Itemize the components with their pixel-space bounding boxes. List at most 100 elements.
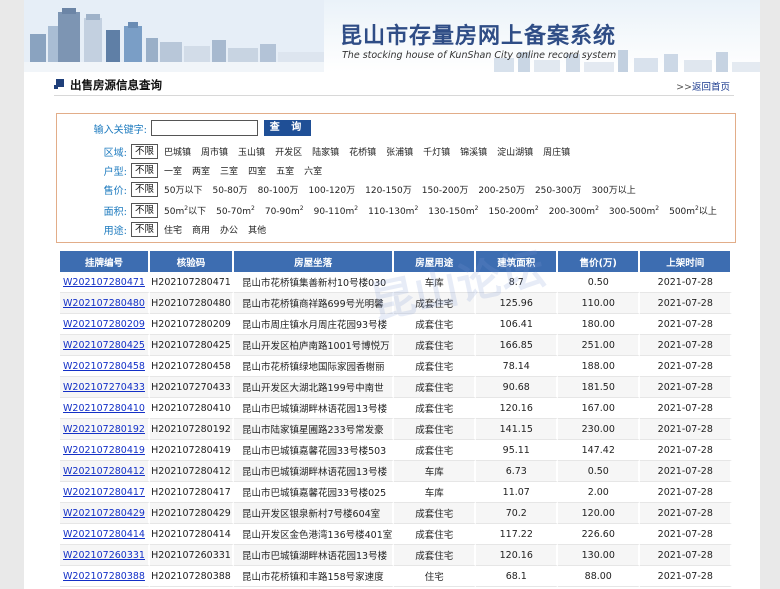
table-row: W202107280480 H202107280480 昆山市花桥镇商祥路699号光… bbox=[60, 293, 733, 314]
filter-row-usage: 用途: 不限 住宅 商用 办公 其他 bbox=[57, 221, 276, 237]
filter-option[interactable]: 200-300m2 bbox=[549, 205, 599, 217]
filter-option[interactable]: 张浦镇 bbox=[386, 148, 413, 158]
filter-option[interactable]: 70-90m2 bbox=[265, 205, 304, 217]
filter-option[interactable]: 一室 bbox=[164, 167, 182, 177]
filter-option[interactable]: 商用 bbox=[192, 226, 210, 236]
filter-option[interactable]: 50-70m2 bbox=[216, 205, 255, 217]
cell-verify-code: H202107280458 bbox=[150, 356, 234, 377]
filter-label-layout: 户型: bbox=[103, 166, 127, 178]
filter-layout-unlimited[interactable]: 不限 bbox=[131, 162, 159, 178]
filter-size-unlimited[interactable]: 不限 bbox=[131, 202, 159, 218]
filter-option[interactable]: 淀山湖镇 bbox=[497, 148, 533, 158]
filter-option[interactable]: 周市镇 bbox=[201, 148, 228, 158]
filter-option[interactable]: 六室 bbox=[304, 167, 322, 177]
table-row: W202107280388 H202107280388 昆山市花桥镇和丰路158号家… bbox=[60, 566, 733, 587]
filter-option[interactable]: 50m2以下 bbox=[164, 205, 206, 217]
filter-option[interactable]: 三室 bbox=[220, 167, 238, 177]
filter-option[interactable]: 玉山镇 bbox=[238, 148, 265, 158]
filter-option[interactable]: 300-500m2 bbox=[609, 205, 659, 217]
cell-listing-code[interactable]: W202107280209 bbox=[60, 314, 150, 335]
listing-code-link[interactable]: W202107280425 bbox=[63, 340, 145, 351]
cell-listing-code[interactable]: W202107280480 bbox=[60, 293, 150, 314]
filter-option[interactable]: 四室 bbox=[248, 167, 266, 177]
cell-listing-code[interactable]: W202107280425 bbox=[60, 335, 150, 356]
filter-option[interactable]: 90-110m2 bbox=[314, 205, 358, 217]
filter-option[interactable]: 陆家镇 bbox=[312, 148, 339, 158]
filter-option[interactable]: 300万以上 bbox=[592, 186, 636, 196]
filter-label-area: 区域: bbox=[103, 147, 127, 159]
filter-option[interactable]: 200-250万 bbox=[478, 186, 525, 196]
filter-area-options: 巴城镇 周市镇 玉山镇 开发区 陆家镇 花桥镇 张浦镇 千灯镇 锦溪镇 淀山湖镇 周庄镇 bbox=[164, 145, 580, 158]
filter-option[interactable]: 花桥镇 bbox=[349, 148, 376, 158]
cell-listing-code[interactable]: W202107280417 bbox=[60, 482, 150, 503]
filter-option[interactable]: 120-150万 bbox=[365, 186, 412, 196]
filter-option[interactable]: 锦溪镇 bbox=[460, 148, 487, 158]
table-row: W202107280419 H202107280419 昆山市巴城镇嘉馨花园33号楼… bbox=[60, 440, 733, 461]
cell-listing-code[interactable]: W202107280419 bbox=[60, 440, 150, 461]
filter-option[interactable]: 50万以下 bbox=[164, 186, 202, 196]
listing-code-link[interactable]: W202107280419 bbox=[63, 445, 145, 456]
cell-price: 110.00 bbox=[558, 293, 641, 314]
filter-option[interactable]: 千灯镇 bbox=[423, 148, 450, 158]
cell-listing-code[interactable]: W202107260331 bbox=[60, 545, 150, 566]
listing-code-link[interactable]: W202107280388 bbox=[63, 571, 145, 582]
cell-listing-code[interactable]: W202107270433 bbox=[60, 377, 150, 398]
cell-listing-code[interactable]: W202107280429 bbox=[60, 503, 150, 524]
listing-code-link[interactable]: W202107280471 bbox=[63, 277, 145, 288]
back-home-link[interactable]: >>返回首页 bbox=[676, 79, 730, 93]
filter-option[interactable]: 50-80万 bbox=[212, 186, 247, 196]
filter-option[interactable]: 100-120万 bbox=[309, 186, 356, 196]
cell-address: 昆山市花桥镇商祥路699号光明馨 bbox=[234, 293, 395, 314]
header-banner: 昆山市存量房网上备案系统 The stocking house of KunSh… bbox=[24, 0, 760, 72]
cell-verify-code: H202107280192 bbox=[150, 419, 234, 440]
filter-option[interactable]: 80-100万 bbox=[258, 186, 299, 196]
system-title: 昆山市存量房网上备案系统 bbox=[340, 24, 617, 49]
filter-option[interactable]: 150-200m2 bbox=[488, 205, 538, 217]
filter-option[interactable]: 开发区 bbox=[275, 148, 302, 158]
listing-code-link[interactable]: W202107280192 bbox=[63, 424, 145, 435]
cell-list-date: 2021-07-28 bbox=[640, 293, 733, 314]
filter-option[interactable]: 住宅 bbox=[164, 226, 182, 236]
filter-option[interactable]: 110-130m2 bbox=[368, 205, 418, 217]
cell-listing-code[interactable]: W202107280388 bbox=[60, 566, 150, 587]
filter-option[interactable]: 巴城镇 bbox=[164, 148, 191, 158]
listing-code-link[interactable]: W202107270433 bbox=[63, 382, 145, 393]
listing-code-link[interactable]: W202107280412 bbox=[63, 466, 145, 477]
listing-code-link[interactable]: W202107280414 bbox=[63, 529, 145, 540]
cell-listing-code[interactable]: W202107280458 bbox=[60, 356, 150, 377]
filter-row-price: 售价: 不限 50万以下 50-80万 80-100万 100-120万 120-150… bbox=[57, 181, 646, 197]
listing-code-link[interactable]: W202107280458 bbox=[63, 361, 145, 372]
filter-option[interactable]: 五室 bbox=[276, 167, 294, 177]
cell-listing-code[interactable]: W202107280410 bbox=[60, 398, 150, 419]
search-button[interactable]: 查 询 bbox=[264, 120, 311, 136]
cell-address: 昆山开发区柏庐南路1001号博悦万 bbox=[234, 335, 395, 356]
filter-option[interactable]: 其他 bbox=[248, 226, 266, 236]
listing-code-link[interactable]: W202107280480 bbox=[63, 298, 145, 309]
cell-listing-code[interactable]: W202107280192 bbox=[60, 419, 150, 440]
cell-listing-code[interactable]: W202107280471 bbox=[60, 272, 150, 293]
filter-option[interactable]: 周庄镇 bbox=[543, 148, 570, 158]
filter-option[interactable]: 办公 bbox=[220, 226, 238, 236]
cell-area: 11.07 bbox=[476, 482, 559, 503]
listing-code-link[interactable]: W202107280429 bbox=[63, 508, 145, 519]
listing-code-link[interactable]: W202107280209 bbox=[63, 319, 145, 330]
cell-list-date: 2021-07-28 bbox=[640, 545, 733, 566]
listing-code-link[interactable]: W202107280417 bbox=[63, 487, 145, 498]
keyword-input[interactable] bbox=[151, 120, 258, 136]
cell-price: 251.00 bbox=[558, 335, 641, 356]
filter-option[interactable]: 500m2以上 bbox=[669, 205, 717, 217]
cell-verify-code: H202107270433 bbox=[150, 377, 234, 398]
filter-option[interactable]: 250-300万 bbox=[535, 186, 582, 196]
filter-option[interactable]: 130-150m2 bbox=[428, 205, 478, 217]
filter-price-unlimited[interactable]: 不限 bbox=[131, 181, 159, 197]
filter-option[interactable]: 150-200万 bbox=[422, 186, 469, 196]
cell-listing-code[interactable]: W202107280412 bbox=[60, 461, 150, 482]
filter-usage-unlimited[interactable]: 不限 bbox=[131, 221, 159, 237]
filter-option[interactable]: 两室 bbox=[192, 167, 210, 177]
cell-listing-code[interactable]: W202107280414 bbox=[60, 524, 150, 545]
filter-area-unlimited[interactable]: 不限 bbox=[131, 143, 159, 159]
listing-code-link[interactable]: W202107260331 bbox=[63, 550, 145, 561]
listing-code-link[interactable]: W202107280410 bbox=[63, 403, 145, 414]
cell-address: 昆山市巴城镇嘉馨花园33号楼025 bbox=[234, 482, 395, 503]
cell-area: 90.68 bbox=[476, 377, 559, 398]
